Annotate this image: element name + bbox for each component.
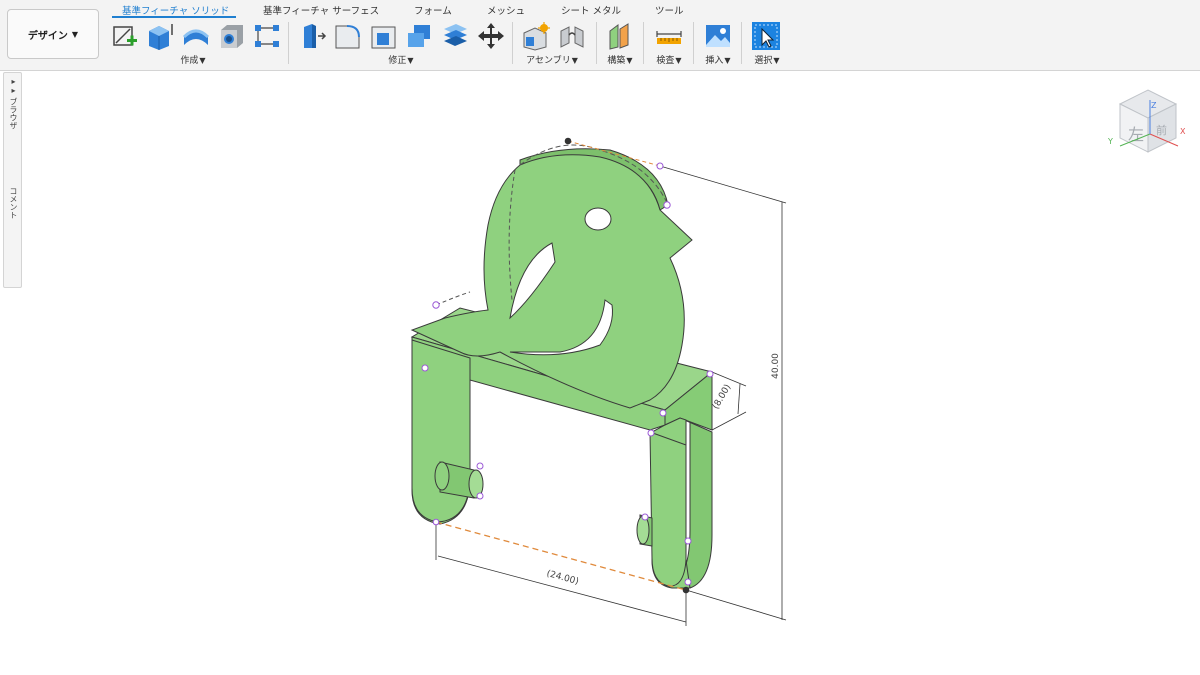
insert-image-icon[interactable]: [703, 21, 733, 51]
width-dimension[interactable]: (24.00): [545, 569, 579, 587]
toolbar-separator: [693, 22, 694, 64]
group-inspect-menu[interactable]: 検査▼: [656, 53, 681, 66]
viewcube-axis-x: X: [1180, 127, 1186, 136]
shell-icon[interactable]: [440, 21, 470, 51]
tab-solid[interactable]: 基準フィーチャ ソリッド: [122, 3, 229, 17]
chevron-down-icon: ▼: [724, 56, 731, 65]
measure-icon[interactable]: [654, 21, 684, 51]
chamfer-icon[interactable]: [369, 21, 399, 51]
canvas-viewport[interactable]: 40.00 (8.00) (24.00) 左 前 X Y Z: [0, 71, 1200, 675]
depth-dimension[interactable]: (8.00): [711, 383, 733, 411]
tab-mesh[interactable]: メッシュ: [487, 3, 525, 17]
workspace-switcher-button[interactable]: デザイン ▼: [7, 9, 99, 59]
active-tab-indicator: [112, 16, 236, 18]
tab-surface[interactable]: 基準フィーチャ サーフェス: [263, 3, 379, 17]
group-modify-menu[interactable]: 修正▼: [388, 53, 413, 66]
tab-tools[interactable]: ツール: [655, 3, 684, 17]
bird-model[interactable]: [410, 148, 714, 589]
select-icon[interactable]: [751, 21, 781, 51]
combine-icon[interactable]: [404, 21, 434, 51]
group-assemble-label: アセンブリ: [526, 56, 571, 66]
chevron-down-icon: ▼: [199, 56, 206, 65]
toolbar-separator: [643, 22, 644, 64]
tab-sheet-metal[interactable]: シート メタル: [561, 3, 621, 17]
viewcube-axis-z: Z: [1151, 101, 1157, 110]
chevron-down-icon: ▼: [71, 29, 79, 39]
joint-icon[interactable]: [557, 21, 587, 51]
toolbar-separator: [512, 22, 513, 64]
tab-form[interactable]: フォーム: [414, 3, 452, 17]
chevron-down-icon: ▼: [773, 56, 780, 65]
toolbar-separator: [288, 22, 289, 64]
fillet-icon[interactable]: [333, 21, 363, 51]
sketch-icon[interactable]: [110, 21, 140, 51]
group-create-label: 作成: [180, 56, 199, 66]
workspace-label: デザイン: [27, 30, 68, 42]
chevron-down-icon: ▼: [626, 56, 633, 65]
group-create-menu[interactable]: 作成▼: [180, 53, 205, 66]
group-select-menu[interactable]: 選択▼: [754, 53, 779, 66]
move-icon[interactable]: [476, 21, 506, 51]
group-assemble-menu[interactable]: アセンブリ▼: [526, 53, 578, 66]
extrude-icon[interactable]: [145, 21, 175, 51]
toolbar-separator: [741, 22, 742, 64]
viewcube-front-face[interactable]: 前: [1156, 123, 1167, 137]
chevron-down-icon: ▼: [407, 56, 414, 65]
new-component-icon[interactable]: [521, 21, 551, 51]
revolve-icon[interactable]: [181, 21, 211, 51]
pattern-icon[interactable]: [252, 21, 282, 51]
group-construct-menu[interactable]: 構築▼: [607, 53, 632, 66]
chevron-down-icon: ▼: [675, 56, 682, 65]
hole-icon[interactable]: [217, 21, 247, 51]
viewcube-axis-y: Y: [1107, 137, 1113, 146]
toolbar-separator: [596, 22, 597, 64]
view-cube[interactable]: 左 前 X Y Z: [1107, 89, 1186, 153]
chevron-down-icon: ▼: [571, 56, 578, 65]
press-pull-icon[interactable]: [298, 21, 328, 51]
plane-icon[interactable]: [605, 21, 635, 51]
group-construct-label: 構築: [607, 56, 626, 66]
toolbar: デザイン ▼ 基準フィーチャ ソリッド 基準フィーチャ サーフェス フォーム メ…: [0, 0, 1200, 71]
height-dimension[interactable]: 40.00: [771, 353, 781, 379]
group-select-label: 選択: [754, 56, 773, 66]
group-inspect-label: 検査: [656, 56, 675, 66]
group-modify-label: 修正: [388, 56, 407, 66]
viewcube-left-face[interactable]: 左: [1128, 125, 1144, 144]
group-insert-menu[interactable]: 挿入▼: [705, 53, 730, 66]
group-insert-label: 挿入: [705, 56, 724, 66]
